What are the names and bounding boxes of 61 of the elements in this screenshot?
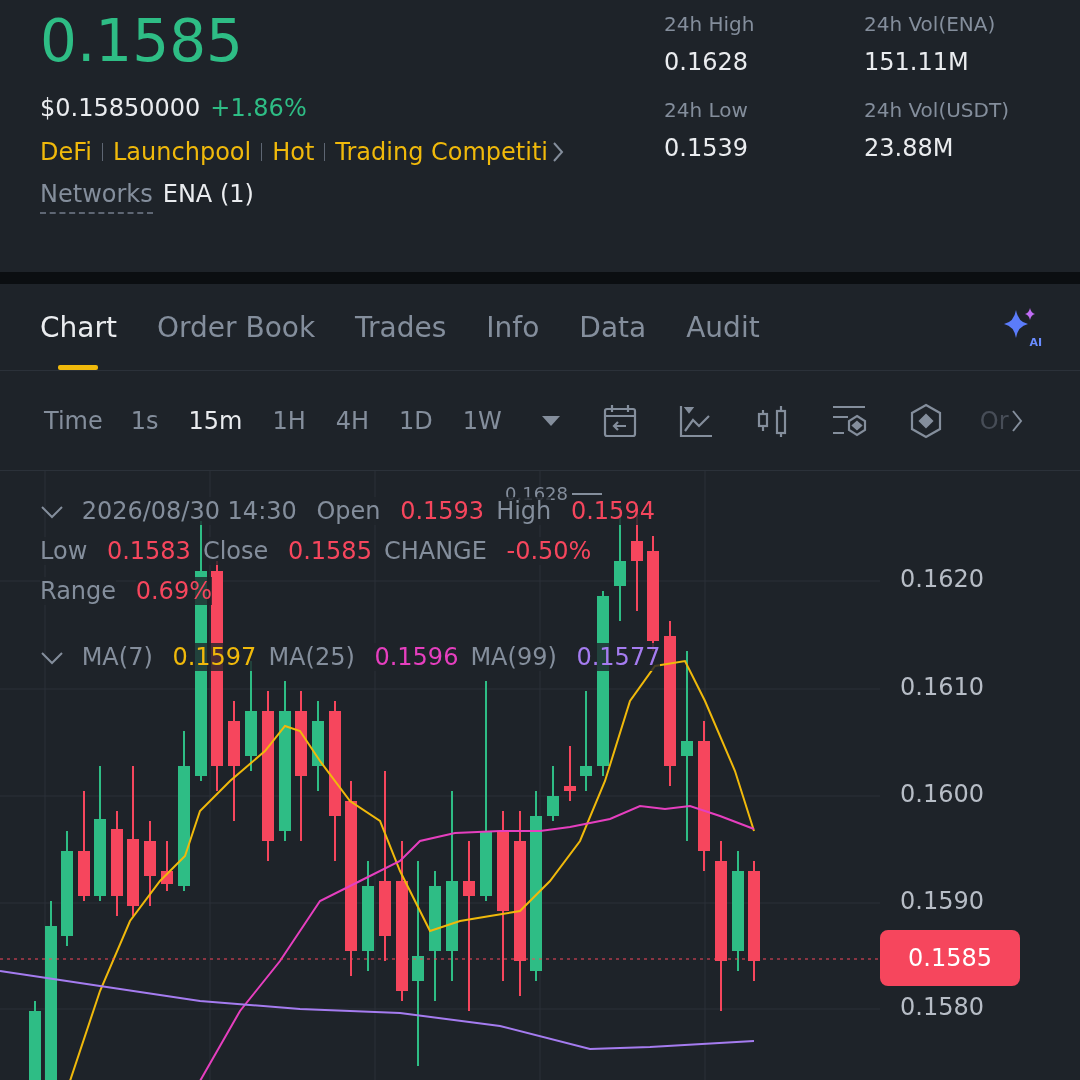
ma-label: MA(99) [470, 643, 557, 671]
ohlc-value: 0.69% [135, 577, 212, 605]
tag-link[interactable]: DeFi [40, 138, 92, 166]
candle [161, 840, 173, 892]
tab[interactable]: Audit [686, 284, 760, 370]
interval-button[interactable]: 1H [272, 406, 306, 435]
time-label: Time [44, 406, 103, 435]
stat-label: 24h Vol(ENA) [864, 12, 997, 36]
tag-link[interactable]: Hot [272, 138, 315, 166]
ohlc-value: -0.50% [506, 537, 592, 565]
current-price-badge: 0.1585 [880, 930, 1020, 986]
candle [564, 745, 576, 802]
ohlc-label: High [496, 497, 552, 525]
usd-price: $0.15850000 [40, 94, 201, 122]
last-price: 0.1585 [40, 12, 244, 70]
ma-label: MA(7) [81, 643, 153, 671]
price-axis-label: 0.1620 [900, 565, 984, 593]
price-axis-label: 0.1600 [900, 780, 984, 808]
price-axis-label: 0.1610 [900, 673, 984, 701]
chevron-down-icon[interactable] [40, 505, 64, 519]
tab[interactable]: Order Book [156, 284, 316, 370]
candle [547, 765, 559, 822]
price-axis-label: 0.1580 [900, 993, 984, 1021]
tab[interactable]: Chart [40, 284, 117, 370]
tag-link[interactable]: Trading Competiti [335, 138, 548, 166]
networks-label[interactable]: Networks [40, 180, 153, 214]
price-change: +1.86% [210, 94, 307, 122]
tag-link[interactable]: Launchpool [113, 138, 252, 166]
ma-value: 0.1596 [374, 643, 459, 671]
stat-value: 0.1539 [664, 134, 749, 162]
ohlc-label: Range [40, 577, 117, 605]
ma-value: 0.1597 [172, 643, 257, 671]
interval-button[interactable]: 1s [130, 406, 159, 435]
ma-value: 0.1577 [576, 643, 661, 671]
interval-button[interactable]: 1W [462, 406, 502, 435]
stat-value: 23.88M [864, 134, 955, 162]
stat-value: 0.1628 [664, 48, 749, 76]
tab[interactable]: Info [486, 284, 540, 370]
networks-value: ENA (1) [162, 180, 254, 208]
ohlc-label: Open [316, 497, 381, 525]
chevron-right-icon[interactable] [1010, 408, 1023, 433]
interval-button[interactable]: 4H [335, 406, 370, 435]
interval-button[interactable]: 15m [188, 406, 243, 435]
calendar-icon[interactable] [601, 402, 638, 439]
stat-value: 151.11M [864, 48, 970, 76]
interval-button[interactable]: 1D [399, 406, 433, 435]
ma-label: MA(25) [268, 643, 355, 671]
tab[interactable]: Trades [355, 284, 447, 370]
ai-assistant-button[interactable]: AI [1000, 306, 1040, 348]
stat-label: 24h Vol(USDT) [864, 98, 1010, 122]
chevron-right-icon[interactable] [552, 141, 564, 163]
chevron-down-icon[interactable] [40, 651, 64, 665]
tab[interactable]: Data [579, 284, 647, 370]
ohlc-label: Close [202, 537, 269, 565]
stat-label: 24h Low [664, 98, 749, 122]
ohlc-label: Low [40, 537, 88, 565]
price-axis-label: 0.1590 [900, 887, 984, 915]
stat-label: 24h High [664, 12, 756, 36]
candle-time: 2026/08/30 14:30 [81, 497, 297, 525]
caret-down-icon[interactable] [541, 415, 560, 426]
high-marker-line [572, 492, 602, 495]
